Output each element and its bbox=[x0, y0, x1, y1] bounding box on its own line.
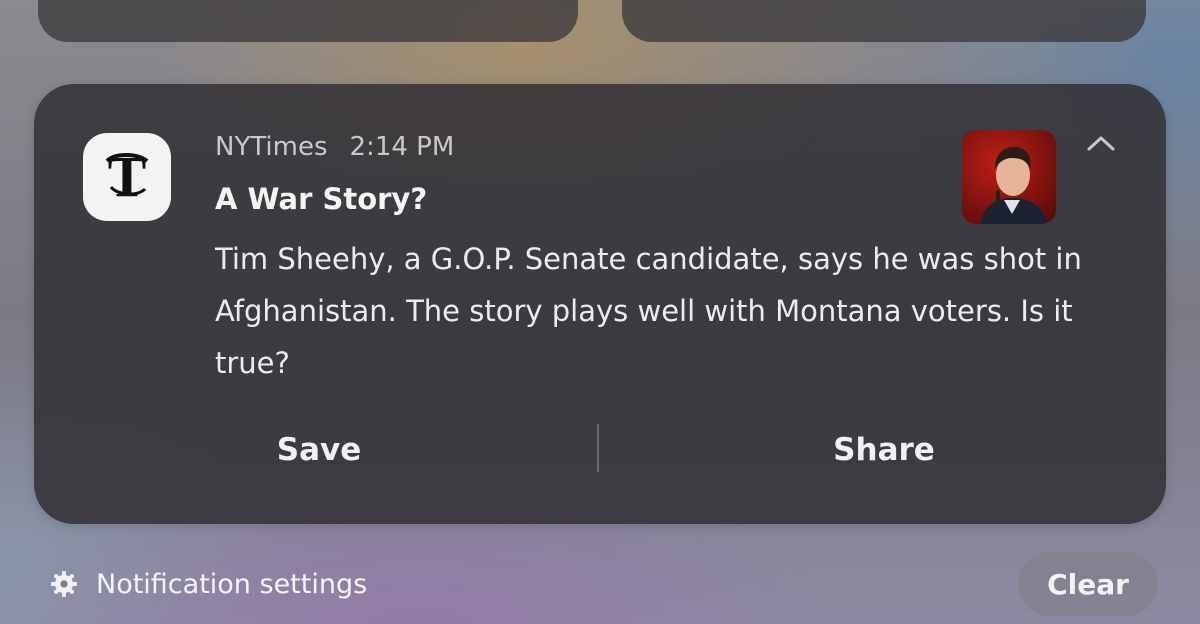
notification-title: A War Story? bbox=[215, 182, 428, 216]
notification-settings-label: Notification settings bbox=[96, 568, 368, 600]
notification-card[interactable]: T NYTimes 2:14 PM A War Story? Tim Sheeh… bbox=[34, 84, 1166, 524]
collapse-button[interactable] bbox=[1082, 128, 1120, 158]
previous-notification-tile-right[interactable] bbox=[622, 0, 1146, 42]
app-name: NYTimes bbox=[215, 132, 328, 162]
previous-notification-tile-left[interactable] bbox=[38, 0, 578, 42]
notification-time: 2:14 PM bbox=[349, 132, 455, 162]
notification-header: NYTimes 2:14 PM bbox=[215, 132, 454, 162]
notification-settings-link[interactable]: Notification settings bbox=[50, 564, 367, 604]
notification-body: Tim Sheehy, a G.O.P. Senate candidate, s… bbox=[215, 242, 1082, 380]
chevron-up-icon bbox=[1087, 136, 1115, 151]
nytimes-logo-icon: T bbox=[83, 133, 171, 221]
action-divider bbox=[597, 424, 599, 472]
clear-button[interactable]: Clear bbox=[1018, 552, 1158, 616]
photo-thumbnail bbox=[962, 130, 1056, 224]
save-button[interactable]: Save bbox=[214, 424, 424, 476]
gear-icon bbox=[51, 571, 77, 597]
share-button[interactable]: Share bbox=[774, 424, 994, 476]
